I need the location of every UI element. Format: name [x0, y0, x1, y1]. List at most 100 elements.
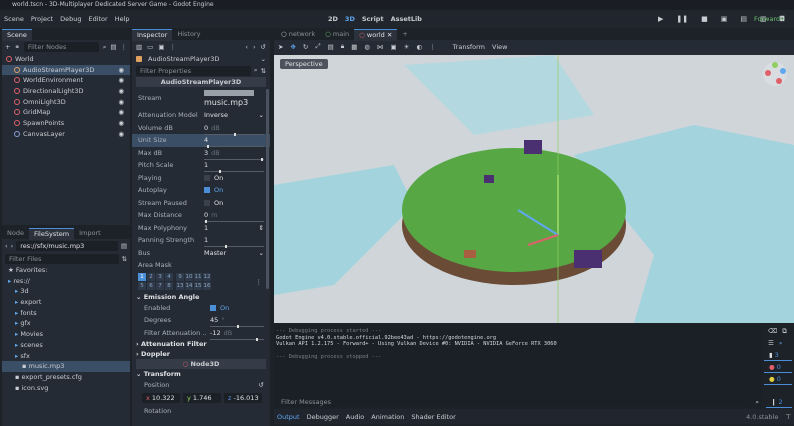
- area-mask-bit[interactable]: 4: [165, 273, 173, 281]
- visibility-eye-icon[interactable]: ◉: [118, 65, 124, 76]
- select-tool-icon[interactable]: ➤: [278, 43, 283, 51]
- environment-icon[interactable]: ◐: [417, 43, 423, 51]
- layout-icon[interactable]: ▤: [121, 242, 127, 250]
- prop-row[interactable]: Bus Master ⌄: [132, 247, 270, 260]
- position-y-field[interactable]: y 1.746: [183, 393, 221, 403]
- new-resource-icon[interactable]: ▧: [136, 43, 142, 51]
- slider[interactable]: [204, 245, 264, 249]
- renderer-select[interactable]: Forward+: [754, 15, 786, 23]
- tab-inspector[interactable]: Inspector: [132, 29, 173, 41]
- prop-row[interactable]: Volume dB 0 dB: [132, 122, 270, 136]
- prop-value[interactable]: 45 °: [206, 316, 270, 329]
- prop-value[interactable]: 0 dB: [200, 124, 270, 136]
- area-mask-bit[interactable]: 14: [185, 282, 193, 290]
- menu-help[interactable]: Help: [115, 15, 130, 23]
- filter-warnings-toggle[interactable]: ● 0: [764, 373, 792, 385]
- more-icon[interactable]: ⋮: [121, 43, 128, 51]
- position-z-field[interactable]: z -16.013: [224, 393, 262, 403]
- file-item[interactable]: ▸ sfx: [2, 351, 130, 362]
- area-mask-bit[interactable]: 16: [203, 282, 211, 290]
- checkbox[interactable]: [204, 199, 210, 206]
- slider[interactable]: [210, 325, 264, 329]
- tab-node[interactable]: Node: [2, 228, 29, 239]
- view-gizmo[interactable]: [762, 61, 788, 87]
- copy-icon[interactable]: ⧉: [782, 327, 787, 336]
- prop-row[interactable]: Pitch Scale 1: [132, 159, 270, 174]
- perspective-button[interactable]: Perspective: [280, 59, 328, 69]
- area-mask-bit[interactable]: 15: [194, 282, 202, 290]
- add-scene-tab-button[interactable]: +: [397, 29, 412, 40]
- filter-errors-toggle[interactable]: ● 0: [764, 361, 792, 373]
- prop-stream[interactable]: Stream music.mp3: [132, 87, 270, 109]
- scene-node[interactable]: GridMap ◉: [2, 107, 130, 118]
- more-icon[interactable]: ⋮: [256, 278, 263, 286]
- menu-editor[interactable]: Editor: [88, 15, 107, 23]
- area-mask-bit[interactable]: 2: [147, 273, 155, 281]
- checkbox[interactable]: [204, 187, 210, 194]
- file-item[interactable]: ▸ fonts: [2, 308, 130, 319]
- scene-node[interactable]: World: [2, 54, 130, 65]
- filter-files-input[interactable]: Filter Files: [5, 253, 119, 264]
- add-node-icon[interactable]: +: [5, 43, 10, 51]
- prop-value[interactable]: -12 dB: [206, 329, 270, 341]
- slider[interactable]: [204, 132, 264, 136]
- prop-value[interactable]: On: [200, 199, 270, 207]
- file-item[interactable]: ▸ res://: [2, 276, 130, 287]
- file-item[interactable]: ★ Favorites:: [2, 265, 130, 276]
- position-x-field[interactable]: x 10.322: [142, 393, 180, 403]
- search-icon[interactable]: ⌕: [779, 339, 783, 348]
- inspector-scrollbar[interactable]: [266, 89, 269, 289]
- prop-row[interactable]: Filter Attenuation ... -12 dB: [138, 327, 270, 341]
- visibility-eye-icon[interactable]: ◉: [118, 97, 124, 108]
- visibility-eye-icon[interactable]: ◉: [118, 118, 124, 129]
- back-icon[interactable]: ‹: [245, 43, 248, 51]
- slider[interactable]: [204, 220, 264, 224]
- camera-icon[interactable]: ▣: [391, 43, 397, 51]
- tab-audio[interactable]: Audio: [346, 413, 364, 421]
- tab-filesystem[interactable]: FileSystem: [28, 227, 75, 240]
- slider[interactable]: [204, 145, 264, 149]
- section-doppler[interactable]: › Doppler: [132, 349, 270, 359]
- collapse-icon[interactable]: ☰: [768, 339, 774, 347]
- file-item[interactable]: ▸ scenes: [2, 340, 130, 351]
- menu-transform[interactable]: Transform: [453, 43, 485, 51]
- slider[interactable]: [204, 157, 264, 161]
- file-item[interactable]: ▸ Movies: [2, 329, 130, 340]
- forward-icon[interactable]: ›: [11, 242, 14, 250]
- area-mask-bit[interactable]: 12: [203, 273, 211, 281]
- sort-icon[interactable]: ⇅: [261, 67, 266, 75]
- menu-project[interactable]: Project: [31, 15, 53, 23]
- chevron-down-icon[interactable]: ⌄: [261, 55, 266, 63]
- tab-output[interactable]: Output: [277, 413, 300, 421]
- file-item[interactable]: ▸ gfx: [2, 318, 130, 329]
- filter-messages-toggle[interactable]: ▮ 3: [764, 349, 792, 361]
- prop-row[interactable]: Degrees 45 °: [138, 314, 270, 329]
- history-icon[interactable]: ↺: [261, 43, 266, 51]
- main-2d-button[interactable]: 2D: [328, 15, 338, 23]
- scene-tab[interactable]: ○ world ✕: [354, 28, 398, 41]
- play-scene-icon[interactable]: ▤: [740, 15, 747, 23]
- file-item[interactable]: ▪ music.mp3: [2, 361, 130, 372]
- checkbox[interactable]: [204, 174, 210, 181]
- section-attenuation-filter[interactable]: › Attenuation Filter: [132, 339, 270, 349]
- area-mask-bit[interactable]: 7: [156, 282, 164, 290]
- file-item[interactable]: ▪ icon.svg: [2, 383, 130, 394]
- open-icon[interactable]: ▭: [147, 43, 153, 51]
- main-script-button[interactable]: Script: [362, 15, 384, 23]
- filter-properties-input[interactable]: Filter Properties: [136, 65, 251, 76]
- filter-nodes-input[interactable]: Filter Nodes: [23, 42, 99, 52]
- save-icon[interactable]: ▣: [158, 43, 164, 51]
- prop-row[interactable]: Autoplay On: [132, 184, 270, 197]
- group-icon[interactable]: ▦: [351, 43, 357, 51]
- path-input[interactable]: res://sfx/music.mp3: [16, 240, 118, 251]
- more-icon[interactable]: ⋮: [429, 43, 436, 51]
- menu-scene[interactable]: Scene: [4, 15, 24, 23]
- area-mask-bit[interactable]: 11: [194, 273, 202, 281]
- prop-row[interactable]: Stream Paused On: [132, 197, 270, 210]
- local-space-icon[interactable]: ◍: [364, 43, 370, 51]
- tab-animation[interactable]: Animation: [371, 413, 404, 421]
- snap-icon[interactable]: ⋈: [377, 43, 384, 51]
- file-item[interactable]: ▪ export_presets.cfg: [2, 372, 130, 383]
- rotate-tool-icon[interactable]: ↻: [303, 43, 308, 51]
- visibility-eye-icon[interactable]: ◉: [118, 129, 124, 140]
